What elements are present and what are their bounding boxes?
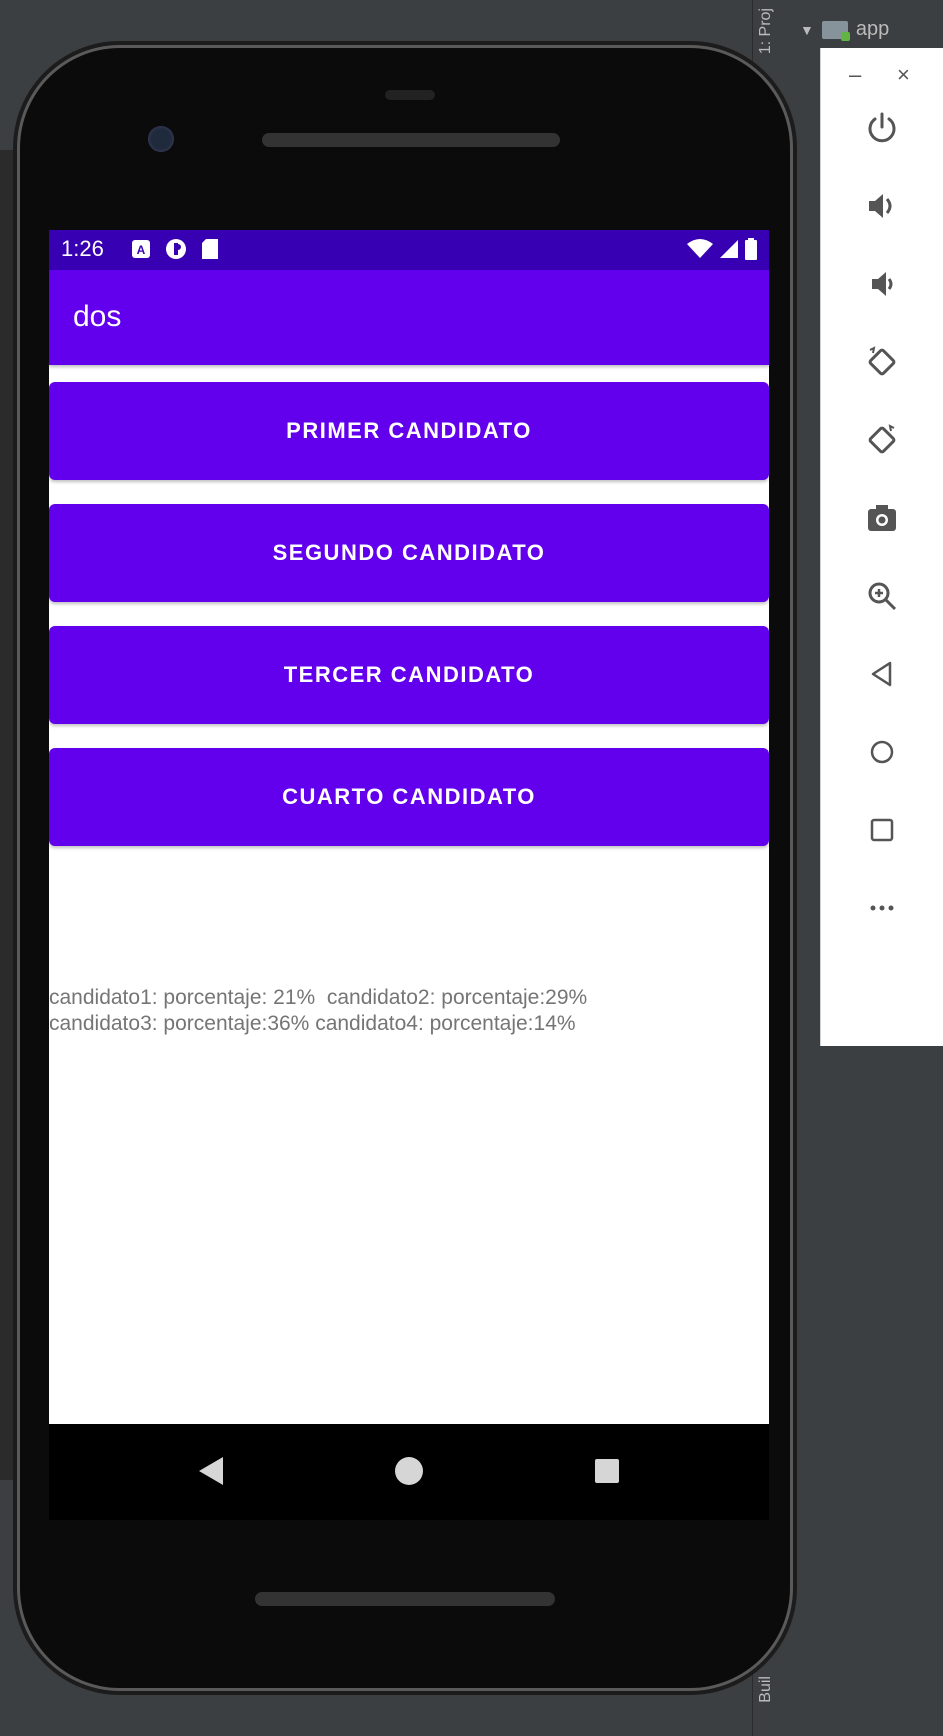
emulator-toolbar: – × <box>820 48 943 1046</box>
navigation-bar <box>49 1424 769 1520</box>
emulator-home-button[interactable] <box>854 724 910 780</box>
volume-down-button[interactable] <box>854 256 910 312</box>
signal-icon <box>720 240 738 258</box>
more-icon <box>870 905 894 911</box>
front-camera <box>148 126 174 152</box>
project-tree-root[interactable]: ▼ app <box>800 18 889 41</box>
nav-recents-icon[interactable] <box>595 1459 619 1483</box>
rotate-right-icon <box>868 424 896 454</box>
notification-a-icon: A <box>132 240 150 258</box>
power-button[interactable] <box>854 100 910 156</box>
earpiece-speaker <box>262 133 560 147</box>
notification-icons: A <box>131 238 219 260</box>
battery-icon <box>745 238 757 260</box>
rotate-left-icon <box>868 346 896 376</box>
camera-icon <box>868 505 896 531</box>
app-title: dos <box>73 300 122 333</box>
phone-screen: 1:26 A dos PRIMER CANDIDATO SEGUNDO CAND… <box>49 230 769 1424</box>
nav-back-icon[interactable] <box>199 1457 223 1485</box>
wifi-icon <box>687 239 713 258</box>
app-bar: dos <box>49 270 769 365</box>
status-time: 1:26 <box>61 236 104 261</box>
phone-device-frame: 1:26 A dos PRIMER CANDIDATO SEGUNDO CAND… <box>20 48 790 1688</box>
minimize-button[interactable]: – <box>849 62 861 88</box>
power-icon <box>868 112 896 143</box>
screenshot-button[interactable] <box>854 490 910 546</box>
emulator-back-button[interactable] <box>854 646 910 702</box>
tree-root-label: app <box>855 18 890 40</box>
home-icon <box>870 740 894 764</box>
results-text: candidato1: porcentaje: 21% candidato2: … <box>49 986 588 1035</box>
cuarto-candidato-button[interactable]: CUARTO CANDIDATO <box>49 748 769 846</box>
project-tool-tab[interactable]: 1: Proj <box>757 8 775 54</box>
segundo-candidato-button[interactable]: SEGUNDO CANDIDATO <box>49 504 769 602</box>
caret-down-icon[interactable]: ▼ <box>800 22 814 38</box>
svg-text:A: A <box>137 243 146 257</box>
overview-icon <box>870 818 894 842</box>
volume-down-icon <box>872 272 893 296</box>
emulator-overview-button[interactable] <box>854 802 910 858</box>
volume-up-icon <box>869 194 892 218</box>
status-bar: 1:26 A <box>49 230 769 270</box>
ide-left-gutter <box>0 150 14 1480</box>
nav-home-icon[interactable] <box>395 1457 423 1485</box>
play-protect-icon <box>166 239 186 259</box>
rotate-right-button[interactable] <box>854 412 910 468</box>
zoom-icon <box>868 582 897 611</box>
module-folder-icon <box>821 20 850 41</box>
tercer-candidato-button[interactable]: TERCER CANDIDATO <box>49 626 769 724</box>
emulator-window-controls: – × <box>821 62 943 88</box>
rotate-left-button[interactable] <box>854 334 910 390</box>
phone-top-slit <box>385 90 435 100</box>
primer-candidato-button[interactable]: PRIMER CANDIDATO <box>49 382 769 480</box>
back-icon <box>871 661 892 687</box>
zoom-button[interactable] <box>854 568 910 624</box>
emulator-more-button[interactable] <box>854 880 910 936</box>
volume-up-button[interactable] <box>854 178 910 234</box>
bottom-speaker <box>255 1592 555 1606</box>
system-status-icons <box>687 238 757 260</box>
sd-card-icon <box>202 239 218 259</box>
close-button[interactable]: × <box>897 62 910 88</box>
build-tool-tab[interactable]: Buil <box>757 1676 775 1703</box>
